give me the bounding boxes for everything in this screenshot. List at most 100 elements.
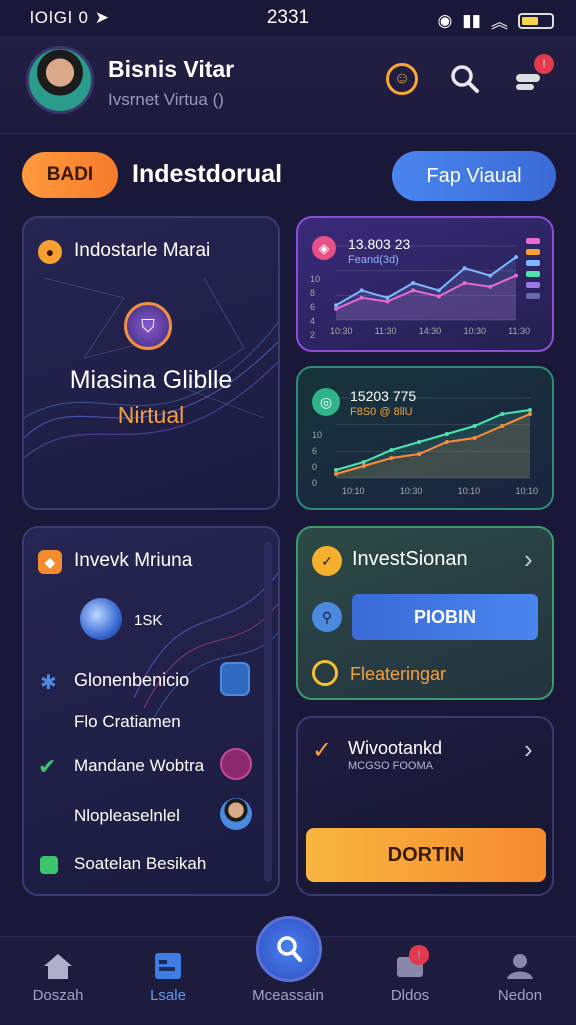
signal-icon: ▮▮	[462, 10, 481, 30]
chart-bottom-xaxis: 10:10 10:30 10:10 10:10	[342, 486, 538, 496]
chart-top-yaxis: 10 8 6 4 2	[310, 274, 330, 340]
feature-card[interactable]: ● Indostarle Marai ⛉ Miasina Gliblle Nir…	[22, 216, 280, 510]
data-point	[500, 412, 505, 416]
data-point	[389, 456, 394, 460]
chart-top-plot	[334, 245, 518, 321]
profile-icon	[503, 951, 537, 981]
data-point	[488, 284, 493, 289]
promo-card[interactable]: ✓ Wivootankd MCGSO FOOMA › DORTIN	[296, 716, 554, 896]
data-point	[472, 436, 477, 440]
y-tick: 10	[310, 274, 321, 284]
invest-card-title: Invevk Mriuna	[74, 550, 193, 571]
data-point	[444, 440, 449, 444]
coin-icon[interactable]: ☺	[386, 63, 418, 95]
data-point	[528, 412, 532, 416]
battery-icon	[518, 12, 554, 29]
data-point	[462, 266, 467, 271]
check-badge-icon: ✓	[312, 546, 342, 576]
category-pill[interactable]: BADI	[22, 152, 118, 198]
nav-label: Doszah	[32, 987, 84, 1004]
data-point	[385, 299, 390, 304]
ring-icon	[312, 660, 338, 686]
x-tick: 10:10	[457, 486, 481, 496]
data-point	[528, 408, 532, 412]
x-tick: 10:10	[515, 486, 538, 496]
data-point	[334, 306, 338, 311]
data-point	[389, 448, 394, 452]
promo-button[interactable]: DORTIN	[306, 828, 546, 882]
data-point	[361, 460, 366, 464]
nav-item-calendar[interactable]: Lsale	[120, 937, 216, 1025]
chart-card-top[interactable]: ◈ 13.803 23 Feand(3d) 10 8 6 4 2 10:30 1…	[296, 216, 554, 352]
data-point	[514, 255, 518, 260]
nav-item-home[interactable]: Doszah	[10, 937, 106, 1025]
nav-label: Mceassain	[252, 987, 324, 1004]
data-point	[472, 424, 477, 428]
nav-item-inbox[interactable]: ! Dldos	[362, 937, 458, 1025]
notification-badge: !	[534, 54, 554, 74]
promo-title: Wivootankd	[348, 738, 443, 758]
y-tick: 4	[310, 316, 316, 326]
nav-label: Nedon	[497, 987, 543, 1004]
data-point	[334, 468, 338, 472]
nav-item-profile[interactable]: Nedon	[472, 937, 568, 1025]
square-icon	[40, 856, 58, 874]
inbox-icon: !	[393, 945, 429, 981]
search-icon	[277, 936, 302, 962]
list-item[interactable]: Nlopleaselnlel	[38, 798, 258, 838]
feature-card-title: Indostarle Marai	[74, 240, 211, 261]
wifi-icon: ︽	[491, 13, 508, 32]
chevron-right-icon[interactable]: ›	[524, 734, 533, 765]
search-fab[interactable]	[256, 916, 322, 982]
x-tick: 11:30	[374, 326, 397, 336]
list-item[interactable]: Soatelan Besikah	[38, 852, 258, 882]
y-tick: 2	[310, 330, 316, 340]
avatar[interactable]	[26, 46, 94, 114]
chart-card-bottom[interactable]: ◎ 15203 775 F8S0 @ 8llU 10 6 0 0 10:10 1…	[296, 366, 554, 510]
feature-subline: Nirtual	[117, 402, 185, 428]
shield-icon: ⛉	[124, 302, 172, 350]
data-point	[500, 424, 505, 428]
status-bar: lOlGl 0 ➤ 2331 ◉ ▮▮ ︽	[0, 0, 576, 36]
data-point	[514, 273, 518, 278]
status-icons: ◉ ▮▮ ︽	[437, 8, 554, 33]
avatar	[220, 798, 252, 830]
list-item[interactable]: ✱ Glonenbenicio	[38, 662, 258, 702]
focus-icon: ◉	[437, 10, 453, 30]
y-tick: 6	[310, 302, 316, 312]
scrollbar[interactable]	[264, 542, 272, 882]
globe-icon	[80, 598, 122, 640]
x-tick: 11:30	[508, 326, 530, 336]
section-title: Indestdorual	[132, 160, 283, 188]
invest-stat: 1SK	[134, 612, 163, 629]
notification-badge: !	[409, 945, 429, 965]
data-point	[488, 273, 493, 278]
chart-top-legend	[526, 238, 540, 299]
list-item-label: Flo Cratiamen	[74, 712, 181, 731]
data-point	[359, 288, 364, 293]
list-item-label: Nlopleaselnlel	[74, 806, 180, 825]
document-icon	[220, 662, 250, 696]
y-tick: 8	[310, 288, 316, 298]
data-point	[417, 440, 422, 444]
app-header: Bisnis Vitar Ivsrnet Virtua () ☺ !	[0, 36, 576, 134]
header-subtitle: Ivsrnet Virtua ()	[108, 90, 224, 109]
check-icon: ✔	[38, 754, 57, 779]
search-icon[interactable]	[446, 60, 484, 98]
x-tick: 10:10	[342, 486, 365, 496]
list-item[interactable]: Flo Cratiamen	[38, 710, 258, 740]
data-point	[385, 295, 390, 300]
x-tick: 10:30	[330, 326, 353, 336]
signal-card[interactable]: ✓ InvestSionan › ⚲ PIOBIN Fleateringar	[296, 526, 554, 700]
data-point	[436, 288, 441, 293]
list-item[interactable]: ✔ Mandane Wobtra	[38, 748, 258, 788]
data-point	[411, 281, 416, 285]
chevron-right-icon[interactable]: ›	[524, 544, 533, 575]
invest-card[interactable]: ◆ Invevk Mriuna 1SK ✱ Glonenbenicio Flo …	[22, 526, 280, 896]
signal-button[interactable]: PIOBIN	[352, 594, 538, 640]
data-point	[462, 281, 467, 285]
notification-icon[interactable]: !	[510, 54, 554, 98]
view-button[interactable]: Fap Viaual	[392, 151, 556, 201]
chart-bottom-plot	[334, 397, 532, 479]
list-item-label: Mandane Wobtra	[74, 756, 205, 775]
